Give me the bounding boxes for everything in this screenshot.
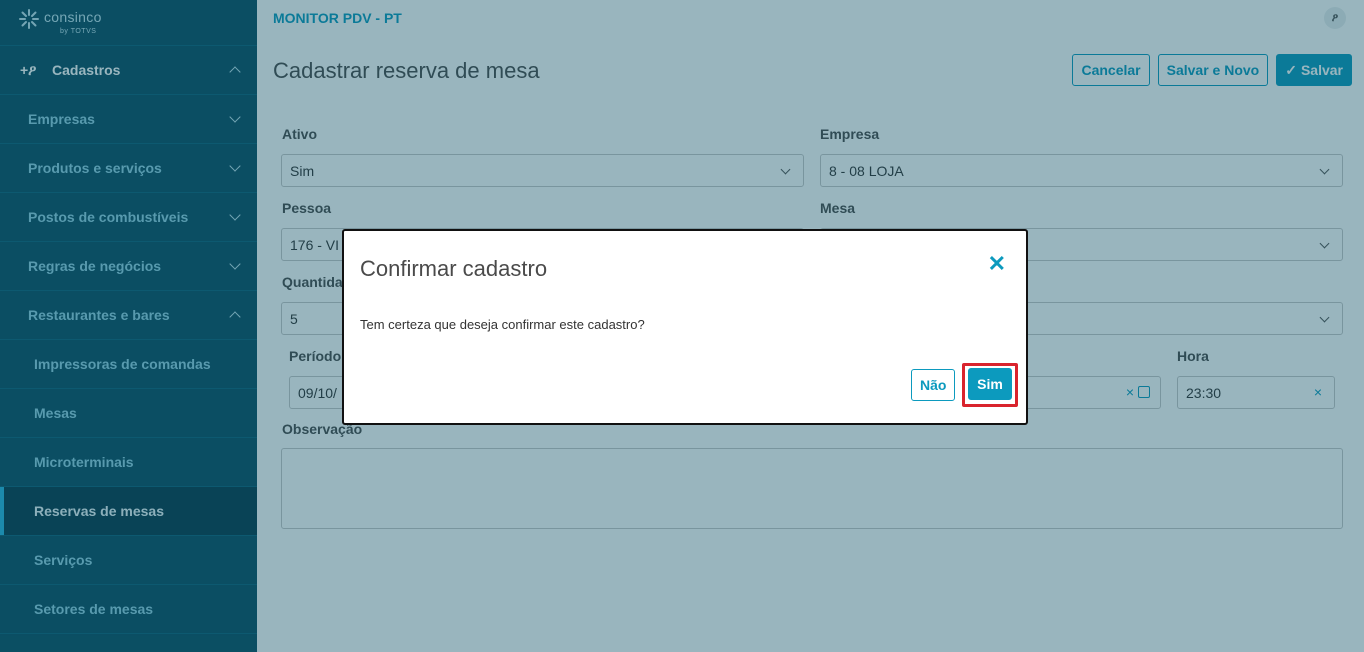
dialog-title: Confirmar cadastro [360, 256, 548, 281]
yes-button[interactable]: Sim [968, 368, 1012, 400]
confirm-dialog: Confirmar cadastro ✕ Tem certeza que des… [342, 229, 1028, 425]
close-icon[interactable]: ✕ [988, 253, 1006, 275]
dialog-message: Tem certeza que deseja confirmar este ca… [360, 317, 645, 332]
no-button[interactable]: Não [911, 369, 956, 401]
